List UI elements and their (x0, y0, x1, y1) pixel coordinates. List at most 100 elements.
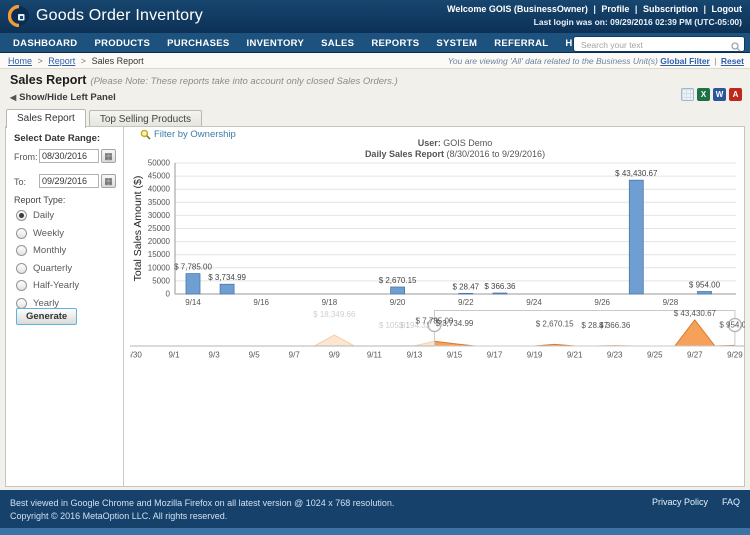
radio-icon (16, 280, 27, 291)
header-link-logout[interactable]: Logout (712, 4, 743, 14)
nav-item-products[interactable]: PRODUCTS (94, 38, 150, 49)
nav-item-referral[interactable]: REFERRAL (494, 38, 548, 49)
last-login-text: Last login was on: 09/29/2016 02:39 PM (… (533, 17, 742, 27)
viewing-note: You are viewing 'All' data related to th… (447, 56, 658, 66)
navigator-tick-label: 9/15 (447, 351, 463, 360)
export-pdf-icon[interactable]: A (729, 88, 742, 101)
report-options-panel: Select Date Range: From: ▦ To: ▦ Report … (6, 127, 124, 486)
y-tick-label: 45000 (148, 172, 171, 181)
navigator-tick-label: 9/25 (647, 351, 663, 360)
app-window: Goods Order Inventory Welcome GOIS (Busi… (0, 0, 750, 535)
y-tick-label: 25000 (148, 224, 171, 233)
report-type-label: Daily (33, 210, 55, 221)
daily-sales-bar-chart: 0 5000 10000 15000 20000 25000 30000 35000 40000… (132, 159, 736, 307)
report-type-yearly[interactable]: Yearly (16, 297, 59, 309)
footer-link-privacy-policy[interactable]: Privacy Policy (652, 497, 708, 507)
y-tick-label: 20000 (148, 237, 171, 246)
viewing-note-row: You are viewing 'All' data related to th… (447, 56, 744, 66)
report-type-half-yearly[interactable]: Half-Yearly (16, 280, 79, 291)
report-type-quarterly[interactable]: Quarterly (16, 262, 73, 274)
bar-9/14[interactable] (185, 273, 201, 295)
navigator-tick-label: 9/1 (168, 351, 180, 360)
report-type-label: Monthly (33, 245, 67, 256)
global-filter-link[interactable]: Global Filter (660, 56, 710, 66)
bar-9/27[interactable] (628, 179, 644, 295)
tab-sales-report[interactable]: Sales Report (6, 109, 86, 128)
bar-9/29[interactable] (697, 291, 712, 295)
navigator-value-label: $ 2,670.15 (536, 319, 574, 328)
navigator-tick-label: 9/13 (407, 351, 423, 360)
chart-title: User: GOIS Demo Daily Sales Report (8/30… (364, 138, 546, 159)
bar-9/22[interactable] (458, 292, 474, 295)
report-type-weekly[interactable]: Weekly (16, 227, 64, 239)
x-tick-label: 9/18 (322, 298, 338, 307)
report-type-label: Quarterly (33, 262, 73, 274)
top-header: Goods Order Inventory Welcome GOIS (Busi… (0, 0, 750, 33)
navigator-tick-label: 9/21 (567, 351, 583, 360)
report-type-monthly[interactable]: Monthly (16, 245, 66, 256)
nav-item-system[interactable]: SYSTEM (436, 38, 477, 49)
bar-value-label: $ 7,785.00 (174, 263, 212, 272)
main-nav: DASHBOARD PRODUCTS PURCHASES INVENTORY SALES… (0, 33, 750, 53)
header-link-subscription[interactable]: Subscription (643, 4, 698, 14)
to-date-input[interactable] (39, 174, 99, 188)
breadcrumb-link-home[interactable]: Home (8, 56, 32, 66)
footer-strip (0, 528, 750, 535)
export-word-icon[interactable]: W (713, 88, 726, 101)
radio-icon (16, 245, 27, 256)
navigator-tick-label: 9/5 (249, 351, 261, 360)
navigator-value-label: $ 954.00 (719, 320, 745, 329)
bar-9/23[interactable] (492, 292, 508, 295)
report-type-label: Weekly (33, 227, 64, 239)
navigator-tick-label: 9/19 (527, 351, 543, 360)
report-content: Select Date Range: From: ▦ To: ▦ Report … (5, 126, 745, 487)
to-calendar-icon[interactable]: ▦ (101, 174, 116, 188)
navigator-tick-label: 9/7 (289, 351, 301, 360)
nav-item-purchases[interactable]: PURCHASES (167, 38, 229, 49)
from-date-input[interactable] (39, 149, 99, 163)
navigator-value-label: $ 18,349.66 (313, 310, 356, 319)
welcome-text: Welcome GOIS (BusinessOwner) (446, 4, 588, 14)
radio-dot (19, 213, 24, 218)
bar-value-label: $ 954.00 (689, 281, 721, 290)
app-logo-icon (7, 4, 30, 32)
y-tick-label: 15000 (148, 250, 171, 259)
y-tick-label: 0 (166, 290, 171, 299)
navigator-tick-label: 9/23 (607, 351, 623, 360)
footer-link-faq[interactable]: FAQ (722, 497, 740, 507)
report-type-label: Report Type: (14, 195, 66, 205)
nav-item-sales[interactable]: SALES (321, 38, 354, 49)
nav-item-dashboard[interactable]: DASHBOARD (13, 38, 77, 49)
date-range-label: Select Date Range: (14, 133, 101, 144)
x-tick-label: 9/26 (594, 298, 610, 307)
breadcrumb-link-report[interactable]: Report (48, 56, 75, 66)
nav-item-reports[interactable]: REPORTS (371, 38, 419, 49)
y-tick-label: 30000 (148, 211, 171, 220)
export-grid-icon[interactable] (681, 88, 694, 101)
bar-value-label: $ 2,670.15 (379, 276, 417, 285)
separator: | (700, 4, 709, 14)
report-type-daily[interactable]: Daily (16, 210, 54, 221)
separator: | (632, 4, 640, 14)
export-excel-icon[interactable]: X (697, 88, 710, 101)
page-title: Sales Report (Please Note: These reports … (10, 73, 398, 87)
search-input[interactable] (579, 38, 728, 51)
nav-item-inventory[interactable]: INVENTORY (247, 38, 305, 49)
bar-9/20[interactable] (390, 286, 406, 295)
toggle-left-panel[interactable]: ◀ Show/Hide Left Panel (10, 92, 116, 103)
navigator-tick-label: 9/17 (487, 351, 503, 360)
reset-link[interactable]: Reset (721, 56, 744, 66)
generate-button[interactable]: Generate (16, 308, 78, 325)
bar-9/15[interactable] (219, 283, 235, 295)
range-navigator-chart: 8/30 9/1 9/3 9/5 9/7 9/9 9/11 9/13 9/15 9/17 9/19 9… (130, 309, 745, 360)
from-calendar-icon[interactable]: ▦ (101, 149, 116, 163)
radio-icon (16, 262, 27, 274)
page-note: (Please Note: These reports take into ac… (90, 76, 398, 87)
navigator-tick-label: 9/11 (367, 351, 383, 360)
y-tick-label: 40000 (148, 185, 171, 194)
header-link-profile[interactable]: Profile (601, 4, 629, 14)
navigator-tick-label: 9/9 (329, 351, 341, 360)
bar-value-label: $ 3,734.99 (208, 273, 246, 282)
app-title: Goods Order Inventory (36, 7, 203, 24)
radio-icon (16, 297, 27, 309)
